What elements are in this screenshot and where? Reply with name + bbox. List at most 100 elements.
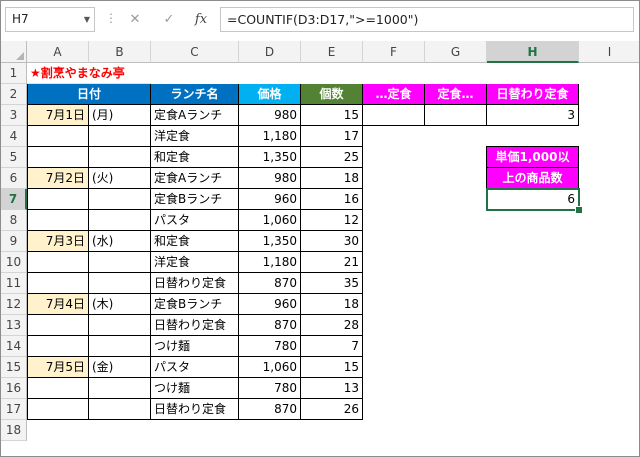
weekday-cell[interactable] — [89, 378, 151, 399]
qty-cell[interactable]: 7 — [301, 336, 363, 357]
weekday-cell[interactable] — [89, 252, 151, 273]
date-cell[interactable] — [27, 210, 89, 231]
menu-cell[interactable]: 洋定食 — [151, 252, 239, 273]
weekday-cell[interactable]: (月) — [89, 105, 151, 126]
price-cell[interactable]: 1,180 — [239, 126, 301, 147]
row-header[interactable]: 7 — [1, 189, 27, 210]
menu-cell[interactable]: 定食Aランチ — [151, 105, 239, 126]
qty-cell[interactable]: 13 — [301, 378, 363, 399]
price-cell[interactable]: 1,060 — [239, 357, 301, 378]
qty-cell[interactable]: 17 — [301, 126, 363, 147]
qty-cell[interactable]: 30 — [301, 231, 363, 252]
date-cell[interactable] — [27, 315, 89, 336]
menu-cell[interactable]: 定食Aランチ — [151, 168, 239, 189]
row-header[interactable]: 3 — [1, 105, 27, 126]
chevron-down-icon[interactable]: ▼ — [84, 8, 90, 31]
qty-cell[interactable]: 18 — [301, 168, 363, 189]
weekday-cell[interactable]: (水) — [89, 231, 151, 252]
cancel-icon[interactable]: ✕ — [126, 11, 144, 29]
price-cell[interactable]: 870 — [239, 315, 301, 336]
row-header[interactable]: 6 — [1, 168, 27, 189]
label-line-1[interactable]: 単価1,000以 — [486, 146, 579, 168]
weekday-cell[interactable]: (火) — [89, 168, 151, 189]
select-all-corner[interactable] — [1, 41, 27, 63]
column-header-d[interactable]: D — [239, 41, 301, 63]
menu-cell[interactable]: 日替わり定食 — [151, 315, 239, 336]
qty-cell[interactable]: 15 — [301, 357, 363, 378]
formula-input[interactable]: =COUNTIF(D3:D17,">=1000") — [220, 7, 634, 32]
menu-cell[interactable]: パスタ — [151, 357, 239, 378]
date-cell[interactable] — [27, 252, 89, 273]
name-box[interactable]: H7 ▼ — [5, 7, 95, 32]
qty-cell[interactable]: 28 — [301, 315, 363, 336]
menu-cell[interactable]: 定食Bランチ — [151, 189, 239, 210]
menu-cell[interactable]: 和定食 — [151, 231, 239, 252]
weekday-cell[interactable] — [89, 315, 151, 336]
menu-cell[interactable]: 洋定食 — [151, 126, 239, 147]
price-cell[interactable]: 980 — [239, 168, 301, 189]
date-cell[interactable]: 7月1日 — [27, 105, 89, 126]
date-cell[interactable]: 7月4日 — [27, 294, 89, 315]
row-header[interactable]: 9 — [1, 231, 27, 252]
insert-function-icon[interactable]: fx — [192, 11, 210, 29]
header-g[interactable]: 定食… — [425, 84, 487, 105]
row-header[interactable]: 15 — [1, 357, 27, 378]
qty-cell[interactable]: 25 — [301, 147, 363, 168]
count-cell-f3[interactable] — [363, 105, 425, 126]
weekday-cell[interactable] — [89, 210, 151, 231]
date-cell[interactable] — [27, 189, 89, 210]
row-header[interactable]: 1 — [1, 63, 27, 84]
qty-cell[interactable]: 26 — [301, 399, 363, 420]
weekday-cell[interactable] — [89, 147, 151, 168]
price-cell[interactable]: 1,060 — [239, 210, 301, 231]
date-cell[interactable] — [27, 378, 89, 399]
qty-cell[interactable]: 15 — [301, 105, 363, 126]
column-header-i[interactable]: I — [579, 41, 639, 63]
weekday-cell[interactable] — [89, 399, 151, 420]
header-date[interactable]: 日付 — [27, 84, 151, 105]
date-cell[interactable] — [27, 273, 89, 294]
menu-cell[interactable]: 日替わり定食 — [151, 399, 239, 420]
row-header[interactable]: 17 — [1, 399, 27, 420]
column-header-e[interactable]: E — [301, 41, 363, 63]
drag-handle-icon[interactable]: ⋮ — [105, 11, 117, 25]
price-cell[interactable]: 1,350 — [239, 147, 301, 168]
date-cell[interactable]: 7月3日 — [27, 231, 89, 252]
column-header-a[interactable]: A — [27, 41, 89, 63]
header-qty[interactable]: 個数 — [301, 84, 363, 105]
count-cell-g3[interactable] — [425, 105, 487, 126]
row-header[interactable]: 8 — [1, 210, 27, 231]
price-cell[interactable]: 960 — [239, 294, 301, 315]
row-header[interactable]: 14 — [1, 336, 27, 357]
column-header-f[interactable]: F — [363, 41, 425, 63]
menu-cell[interactable]: つけ麺 — [151, 378, 239, 399]
menu-cell[interactable]: つけ麺 — [151, 336, 239, 357]
weekday-cell[interactable]: (木) — [89, 294, 151, 315]
price-cell[interactable]: 960 — [239, 189, 301, 210]
weekday-cell[interactable] — [89, 126, 151, 147]
price-cell[interactable]: 870 — [239, 399, 301, 420]
date-cell[interactable] — [27, 399, 89, 420]
header-f[interactable]: …定食 — [363, 84, 425, 105]
row-header[interactable]: 5 — [1, 147, 27, 168]
weekday-cell[interactable]: (金) — [89, 357, 151, 378]
qty-cell[interactable]: 18 — [301, 294, 363, 315]
menu-cell[interactable]: パスタ — [151, 210, 239, 231]
menu-cell[interactable]: 日替わり定食 — [151, 273, 239, 294]
row-header[interactable]: 10 — [1, 252, 27, 273]
price-cell[interactable]: 870 — [239, 273, 301, 294]
qty-cell[interactable]: 16 — [301, 189, 363, 210]
price-cell[interactable]: 980 — [239, 105, 301, 126]
menu-cell[interactable]: 定食Bランチ — [151, 294, 239, 315]
price-cell[interactable]: 780 — [239, 336, 301, 357]
column-header-h[interactable]: H — [487, 41, 579, 63]
date-cell[interactable] — [27, 126, 89, 147]
price-cell[interactable]: 1,350 — [239, 231, 301, 252]
price-cell[interactable]: 780 — [239, 378, 301, 399]
count-cell-h3[interactable]: 3 — [487, 105, 579, 126]
result-cell-h7[interactable]: 6 — [486, 189, 579, 210]
header-price[interactable]: 価格 — [239, 84, 301, 105]
menu-cell[interactable]: 和定食 — [151, 147, 239, 168]
row-header[interactable]: 11 — [1, 273, 27, 294]
label-line-2[interactable]: 上の商品数 — [486, 168, 579, 189]
